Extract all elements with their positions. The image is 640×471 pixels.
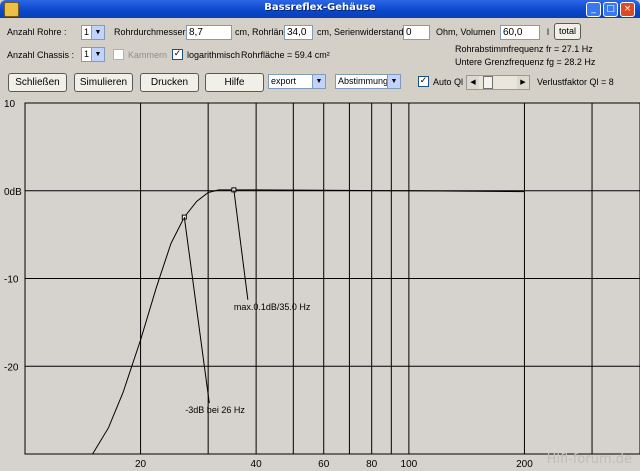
kammern-label: Kammern [128, 50, 168, 60]
minimize-button[interactable]: _ [586, 2, 601, 17]
window-title: Bassreflex-Gehäuse [264, 2, 376, 13]
volumen-label: Ohm, Volumen [436, 27, 496, 37]
x-tick-label: 60 [318, 459, 330, 470]
anzahl-rohre-select[interactable]: 1 ▼ [81, 25, 105, 40]
export-value: export [271, 76, 297, 86]
rohrdurchmesser-input[interactable]: 8,7 [186, 25, 232, 40]
serienwiderstand-input[interactable]: 0 [403, 25, 430, 40]
total-button[interactable]: total [554, 23, 581, 40]
chevron-down-icon[interactable]: ▼ [91, 26, 104, 39]
chevron-down-icon[interactable]: ▼ [387, 75, 400, 88]
x-tick-label: 100 [401, 459, 418, 470]
ql-slider[interactable]: ◀ ▶ [466, 75, 530, 90]
slider-left-arrow-icon[interactable]: ◀ [467, 76, 479, 89]
y-tick-label: -20 [4, 362, 19, 373]
abstimmung-select[interactable]: Abstimmung ▼ [335, 74, 401, 89]
watermark: Hifi-forum.de [546, 452, 632, 467]
simulieren-button[interactable]: Simulieren [74, 73, 133, 92]
logarithmisch-checkbox[interactable]: ✓ [172, 49, 183, 60]
maximize-button[interactable]: □ [603, 2, 618, 17]
slider-thumb[interactable] [483, 76, 493, 89]
annotation-label: -3dB bei 26 Hz [185, 405, 245, 415]
y-tick-label: 10 [4, 100, 16, 110]
drucken-button[interactable]: Drucken [140, 73, 199, 92]
hilfe-button[interactable]: Hilfe [205, 73, 264, 92]
title-bar: Bassreflex-Gehäuse _ □ × [0, 0, 640, 18]
frequency-response-plot: 20 40 60 80 100 200 10 0dB -10 -20 max.0.1dB/35.0 … [0, 100, 640, 471]
close-button[interactable]: × [620, 2, 635, 17]
slider-right-arrow-icon[interactable]: ▶ [517, 76, 529, 89]
annotation-leader [233, 189, 249, 300]
grenzfrequenz-text: Untere Grenzfrequenz fg = 28.2 Hz [455, 57, 596, 67]
abstimmung-value: Abstimmung [338, 76, 389, 86]
x-tick-label: 200 [516, 459, 533, 470]
anzahl-chassis-select[interactable]: 1 ▼ [81, 47, 105, 62]
annotation-leader [183, 217, 210, 404]
rohrlaenge-input[interactable]: 34,0 [284, 25, 313, 40]
auto-ql-checkbox[interactable]: ✓ [418, 76, 429, 87]
rohrdurchmesser-label: Rohrdurchmesser [114, 27, 186, 37]
volumen-input[interactable]: 60,0 [500, 25, 540, 40]
response-curve [92, 189, 525, 455]
anzahl-chassis-value: 1 [84, 49, 90, 59]
rohrabstimm-text: Rohrabstimmfrequenz fr = 27.1 Hz [455, 44, 593, 54]
logarithmisch-label: logarithmisch [187, 50, 241, 60]
x-tick-label: 80 [366, 459, 378, 470]
frequency-response-chart: 20 40 60 80 100 200 10 0dB -10 -20 max.0.1dB/35.0 … [4, 100, 640, 470]
y-tick-label: 0dB [4, 187, 22, 198]
x-tick-label: 40 [251, 459, 263, 470]
volumen-unit: l [547, 27, 549, 37]
x-tick-label: 20 [135, 459, 147, 470]
export-select[interactable]: export ▼ [268, 74, 326, 89]
kammern-checkbox[interactable] [113, 49, 124, 60]
anzahl-rohre-value: 1 [84, 27, 90, 37]
y-tick-label: -10 [4, 275, 19, 286]
rohrflaeche-text: Rohrfläche = 59.4 cm² [241, 50, 330, 60]
auto-ql-label: Auto Ql [433, 77, 464, 87]
chevron-down-icon[interactable]: ▼ [312, 75, 325, 88]
anzahl-chassis-label: Anzahl Chassis : [7, 50, 75, 60]
serienwiderstand-label: cm, Serienwiderstand [317, 27, 404, 37]
verlustfaktor-text: Verlustfaktor Ql = 8 [537, 77, 614, 87]
annotation-label: max.0.1dB/35.0 Hz [234, 302, 311, 312]
schliessen-button[interactable]: Schließen [8, 73, 67, 92]
anzahl-rohre-label: Anzahl Rohre : [7, 27, 67, 37]
chevron-down-icon[interactable]: ▼ [91, 48, 104, 61]
